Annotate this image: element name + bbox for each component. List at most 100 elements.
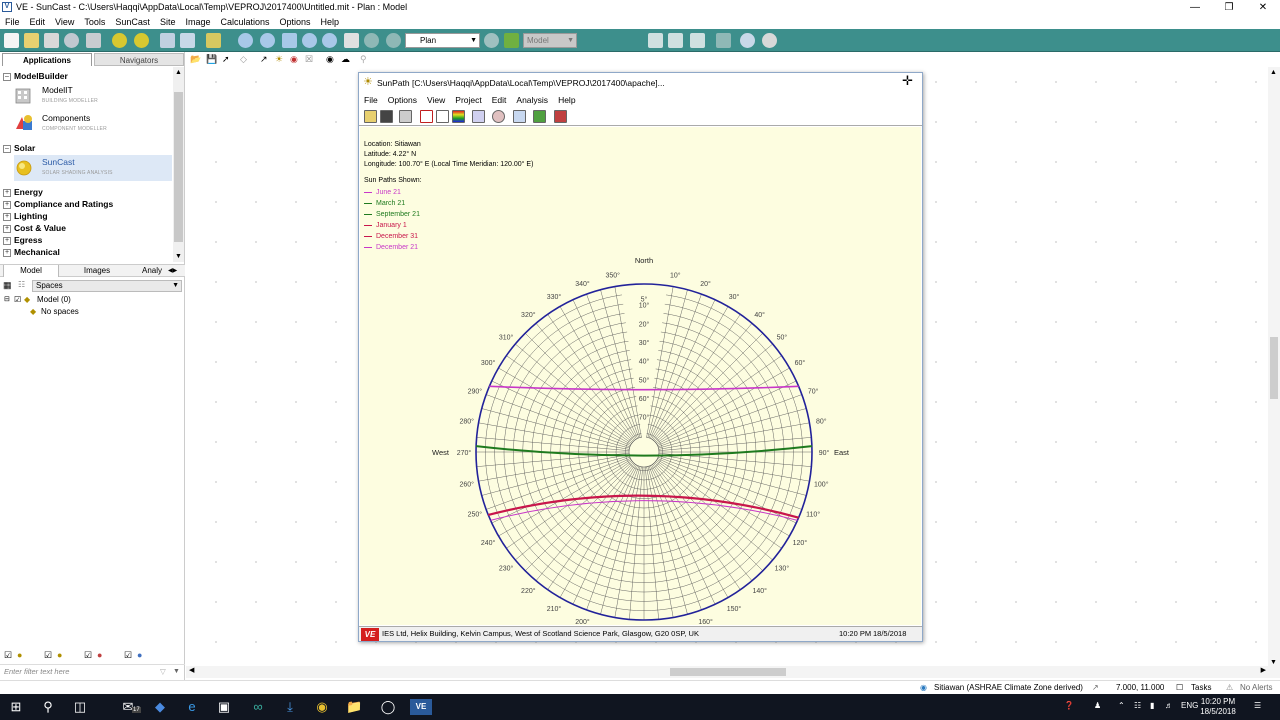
- menu-image[interactable]: Image: [180, 15, 215, 29]
- print-icon[interactable]: [86, 33, 101, 48]
- zoom-window-icon[interactable]: [282, 33, 297, 48]
- grid-icon[interactable]: [180, 33, 195, 48]
- sun-tool-icon[interactable]: ☀: [275, 54, 283, 65]
- tab-navigators[interactable]: Navigators: [94, 53, 184, 66]
- category-lighting[interactable]: + Lighting: [3, 211, 48, 221]
- scroll-down-icon[interactable]: ▼: [1270, 659, 1277, 666]
- open-icon[interactable]: [364, 110, 377, 123]
- category-egress[interactable]: + Egress: [3, 235, 42, 245]
- zoom-previous-icon[interactable]: [322, 33, 337, 48]
- scroll-right-icon[interactable]: ▶: [1261, 666, 1266, 674]
- north-arrow-icon[interactable]: [716, 33, 731, 48]
- save-icon[interactable]: [380, 110, 393, 123]
- page-icon[interactable]: [690, 33, 705, 48]
- select-arrow-icon[interactable]: ↗: [260, 54, 268, 65]
- app-item-modelit[interactable]: ModelIT BUILDING MODELLER: [14, 83, 172, 109]
- save-icon[interactable]: [44, 33, 59, 48]
- dropbox-icon[interactable]: ◆: [152, 699, 168, 715]
- grid-view-icon[interactable]: ▦: [3, 280, 12, 291]
- folder-export-icon[interactable]: [206, 33, 221, 48]
- sun-settings-icon[interactable]: [112, 33, 127, 48]
- menu-tools[interactable]: Tools: [79, 15, 110, 29]
- erase-icon[interactable]: ☒: [305, 54, 313, 65]
- 3d-view-icon[interactable]: [436, 110, 449, 123]
- sunpath-menu-analysis[interactable]: Analysis: [511, 94, 553, 107]
- menu-edit[interactable]: Edit: [25, 15, 51, 29]
- copy-icon[interactable]: [513, 110, 526, 123]
- refresh-icon[interactable]: [484, 33, 499, 48]
- scroll-up-icon[interactable]: ▲: [173, 67, 184, 78]
- ve-taskbar-icon[interactable]: VE: [410, 699, 432, 715]
- layer-checkbox-icon[interactable]: ☑: [44, 650, 52, 661]
- tasks-icon[interactable]: ☐: [1176, 682, 1183, 694]
- filter-funnel-icon[interactable]: ▽: [160, 665, 166, 679]
- zoom-extents-icon[interactable]: [238, 33, 253, 48]
- scroll-thumb[interactable]: [670, 668, 786, 676]
- scroll-up-icon[interactable]: ▲: [1270, 69, 1277, 76]
- arrow-down-icon[interactable]: [668, 33, 683, 48]
- app-item-components[interactable]: Components COMPONENT MODELLER: [14, 111, 172, 137]
- edge-browser-icon[interactable]: e: [184, 699, 200, 715]
- open-folder-icon[interactable]: [24, 33, 39, 48]
- download-app-icon[interactable]: ⤓: [282, 699, 298, 715]
- sunpath-menu-edit[interactable]: Edit: [487, 94, 512, 107]
- tools-icon[interactable]: [762, 33, 777, 48]
- status-tasks[interactable]: Tasks: [1191, 682, 1211, 694]
- new-file-icon[interactable]: [4, 33, 19, 48]
- menu-options[interactable]: Options: [275, 15, 316, 29]
- scroll-thumb[interactable]: [1270, 337, 1278, 399]
- color-palette-icon[interactable]: [452, 110, 465, 123]
- zoom-out-icon[interactable]: [302, 33, 317, 48]
- canvas-vertical-scrollbar[interactable]: ▲ ▼: [1268, 67, 1280, 668]
- category-mechanical[interactable]: + Mechanical: [3, 247, 60, 257]
- app-circle-icon[interactable]: ◯: [380, 699, 396, 715]
- rotate-icon[interactable]: [364, 33, 379, 48]
- print-icon[interactable]: [399, 110, 412, 123]
- spaces-select[interactable]: Spaces ▼: [32, 280, 182, 292]
- tray-up-icon[interactable]: ⌃: [1118, 701, 1125, 710]
- menu-help[interactable]: Help: [316, 15, 345, 29]
- filter-text-input[interactable]: Enter filter text here ▽ ▼: [0, 664, 185, 678]
- tab-model[interactable]: Model: [3, 265, 59, 277]
- tab-images[interactable]: Images: [72, 265, 122, 277]
- expand-icon[interactable]: +: [3, 188, 11, 197]
- task-view-icon[interactable]: ◫: [72, 699, 88, 715]
- expand-icon[interactable]: +: [3, 224, 11, 233]
- search-icon[interactable]: ⚲: [360, 54, 367, 65]
- globe-icon[interactable]: [64, 33, 79, 48]
- collapse-icon[interactable]: –: [3, 144, 11, 153]
- category-solar[interactable]: – Solar: [3, 143, 35, 153]
- category-energy[interactable]: + Energy: [3, 187, 43, 197]
- category-compliance[interactable]: + Compliance and Ratings: [3, 199, 113, 209]
- tab-applications[interactable]: Applications: [2, 53, 92, 66]
- sunpath-menu-file[interactable]: File: [359, 94, 383, 107]
- pan-hand-icon[interactable]: [344, 33, 359, 48]
- menu-calculations[interactable]: Calculations: [215, 15, 274, 29]
- model-toggle-icon[interactable]: [504, 33, 519, 48]
- chevron-down-icon[interactable]: ▼: [173, 665, 180, 679]
- chrome-icon[interactable]: ◉: [314, 699, 330, 715]
- expand-icon[interactable]: +: [3, 200, 11, 209]
- help-icon[interactable]: ❓: [1064, 701, 1074, 710]
- settings-gear-icon[interactable]: [740, 33, 755, 48]
- scroll-thumb[interactable]: [174, 92, 183, 242]
- sunpath-menu-view[interactable]: View: [422, 94, 450, 107]
- tree-model-root[interactable]: Model (0): [37, 295, 71, 304]
- expand-icon[interactable]: +: [3, 236, 11, 245]
- filter-icon[interactable]: ☷: [18, 280, 25, 289]
- notifications-icon[interactable]: ☰: [1254, 701, 1261, 710]
- search-icon[interactable]: ⚲: [40, 699, 56, 715]
- open-icon[interactable]: 📂: [190, 54, 201, 65]
- file-explorer-icon[interactable]: 📁: [346, 699, 362, 715]
- model-select[interactable]: Model ▼: [523, 33, 577, 48]
- tab-scroll-arrows-icon[interactable]: ◀▶: [168, 265, 184, 277]
- globe-icon[interactable]: [492, 110, 505, 123]
- pointer-icon[interactable]: ➚: [222, 54, 230, 65]
- layer-checkbox-icon[interactable]: ☑: [4, 650, 12, 661]
- scroll-left-icon[interactable]: ◀: [189, 666, 194, 674]
- store-icon[interactable]: ▣: [216, 699, 232, 715]
- save-icon[interactable]: 💾: [206, 54, 217, 65]
- close-icon[interactable]: ✕: [1246, 0, 1280, 15]
- arrow-up-icon[interactable]: [648, 33, 663, 48]
- minimize-icon[interactable]: —: [1178, 0, 1212, 15]
